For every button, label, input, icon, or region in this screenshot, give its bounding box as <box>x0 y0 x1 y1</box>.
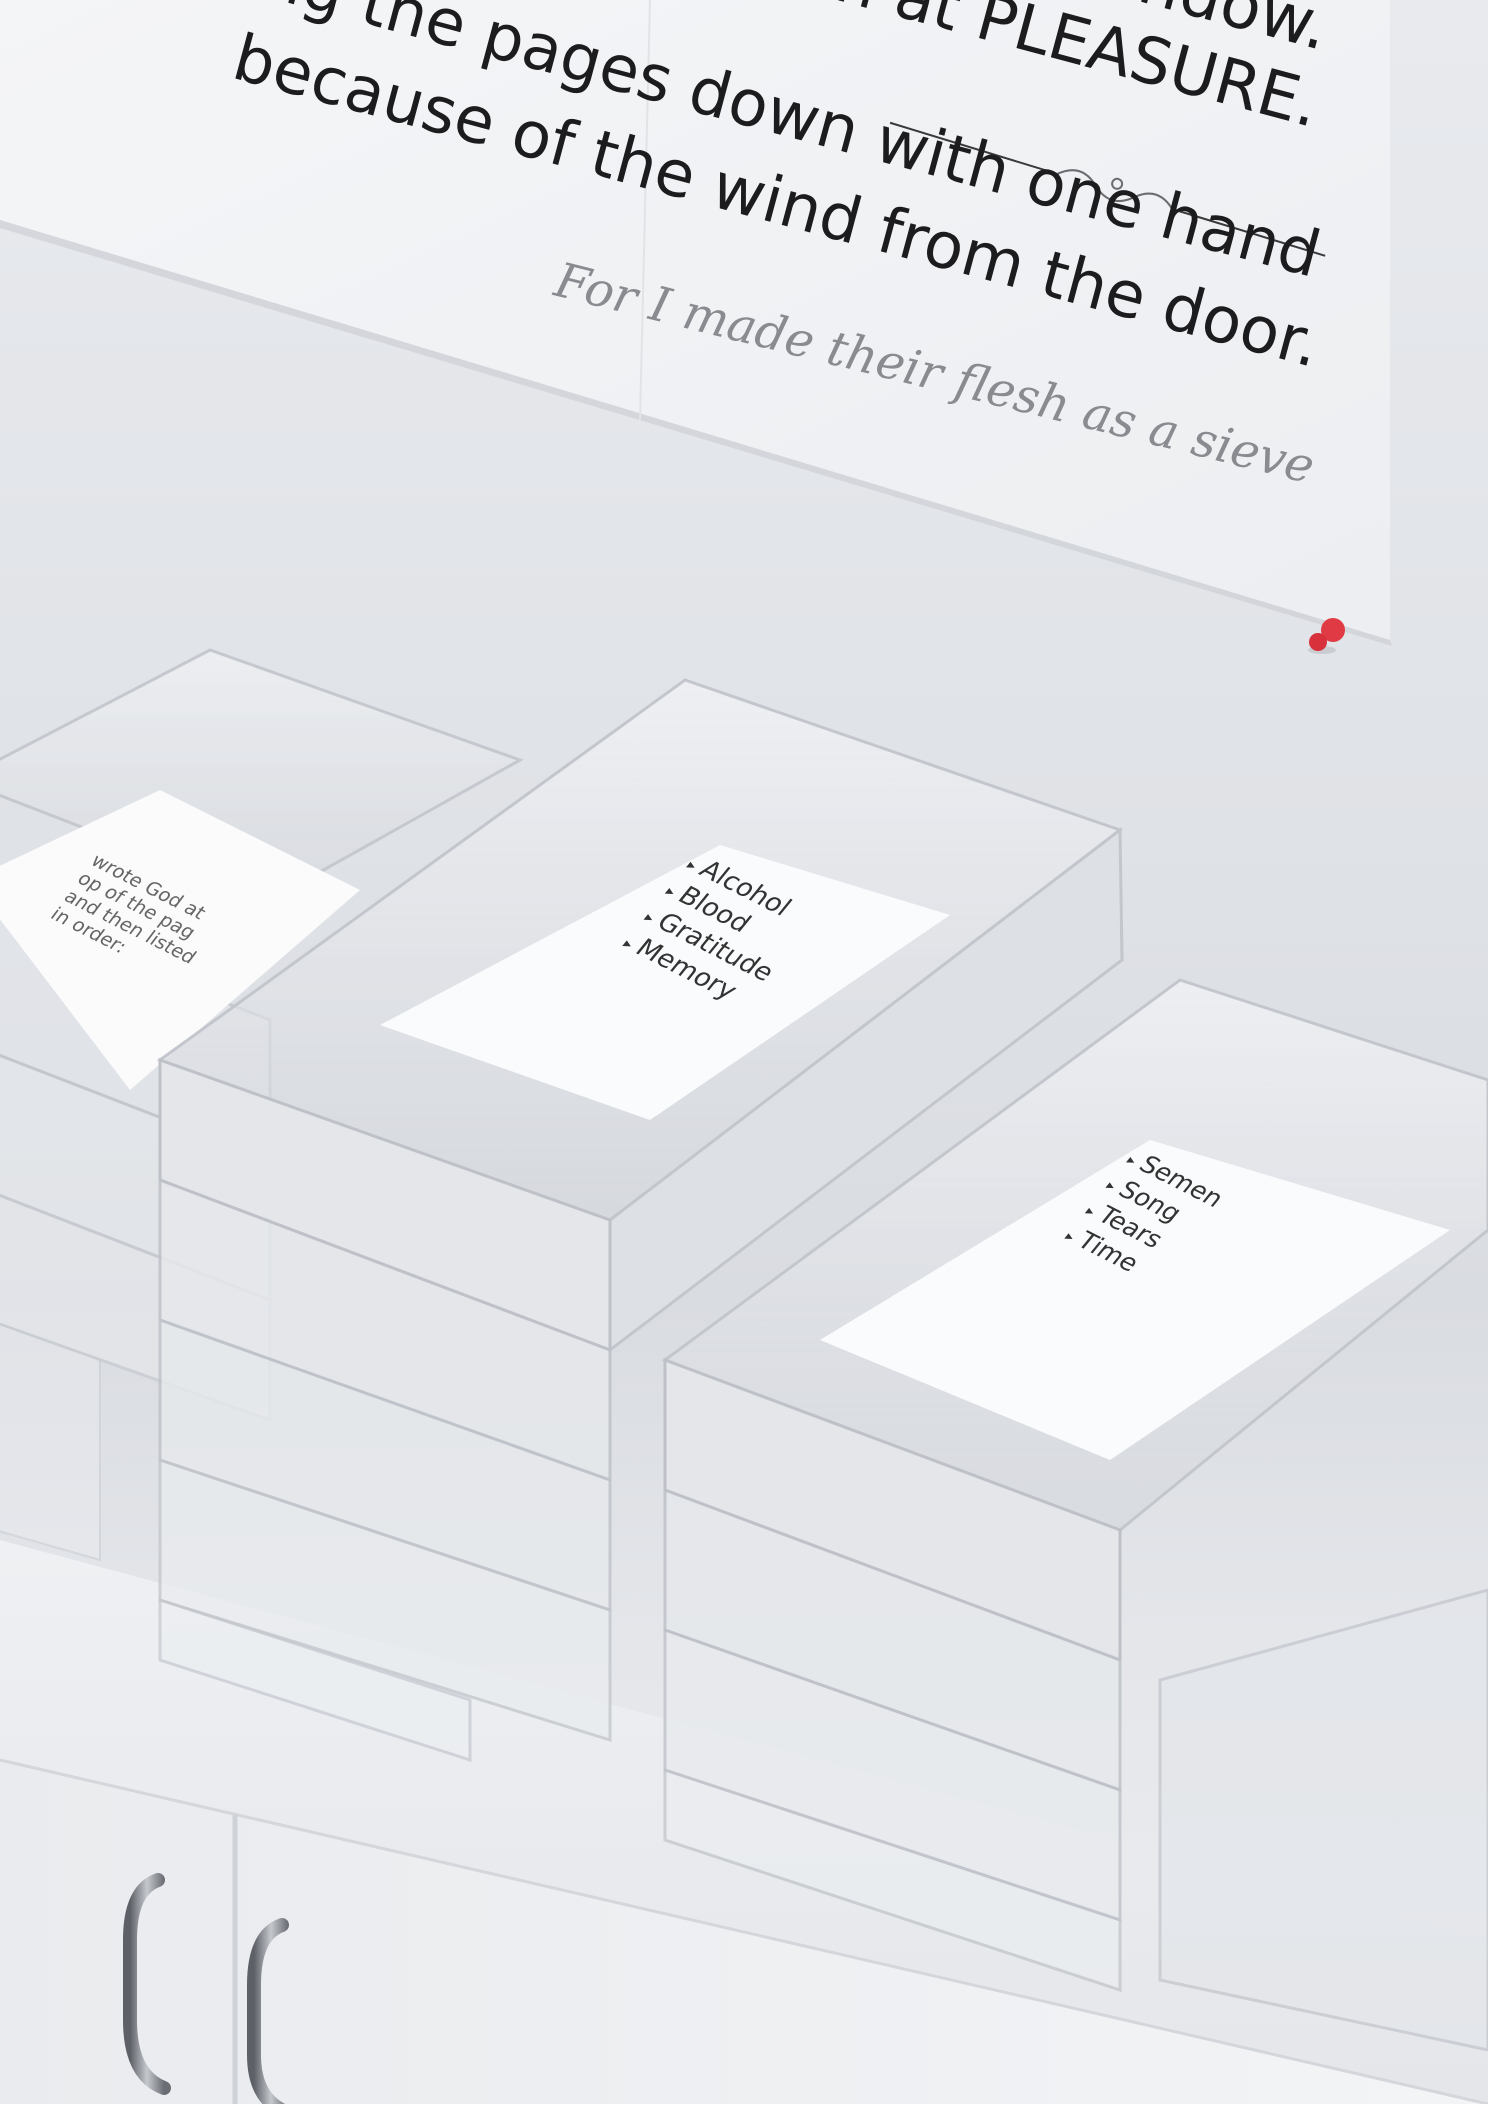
scene: the window. file open at PLEASURE. was h… <box>0 0 1488 2104</box>
pushpin-icon <box>1308 618 1345 654</box>
